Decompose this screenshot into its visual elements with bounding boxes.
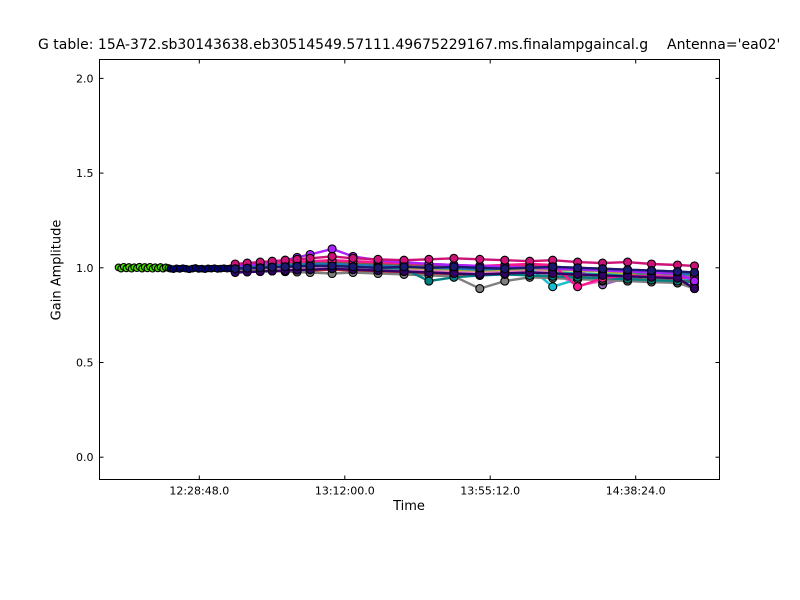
series-17-marker [623,265,633,275]
x-tick-label: 13:55:12.0 [460,485,520,498]
series-17-marker [525,263,535,273]
series-17-marker [267,262,277,272]
series-14-marker [689,276,700,286]
series-13-marker [573,282,583,292]
series-17-marker [500,264,510,274]
series-08-marker [548,282,558,292]
x-tick-label: 14:38:24.0 [606,485,666,498]
plot-area: 12:28:48.0 13:12:00.0 13:55:12.0 14:38:24.0… [76,59,720,498]
y-tick-label: 0.0 [76,451,94,464]
series-17-marker [292,261,302,271]
series-17-marker [373,263,383,273]
series-15-marker [475,254,485,264]
y-tick-label: 2.0 [76,72,94,85]
x-tick-label: 12:28:48.0 [169,485,229,498]
series-11-marker [475,284,485,294]
series-12-marker [424,276,434,286]
series-17-marker [573,263,583,273]
plot-figure: G table: 15A-372.sb30143638.eb30514549.5… [0,0,800,600]
series-15-marker [500,255,510,265]
series-17-marker [305,261,315,271]
y-tick-label: 1.0 [76,262,94,275]
series-17-marker [348,262,358,272]
series-17-marker [598,264,608,274]
series-17-marker [255,263,265,273]
series-17-marker [399,262,409,272]
series-15-marker [424,254,434,264]
series-15-marker [327,251,337,261]
x-tick-label: 13:12:00.0 [315,485,375,498]
series-17-marker [242,263,252,273]
series-17-marker [327,261,337,271]
series-17-marker [646,266,657,276]
series-17-marker [475,263,485,273]
series-15-marker [348,253,358,263]
series-17-marker [672,267,683,277]
series-15-marker [623,257,633,267]
series-16-marker [689,284,700,294]
series-15-marker [373,254,383,264]
series-15-marker [305,253,315,263]
series-17-marker [424,263,434,273]
y-tick-label: 1.5 [76,167,94,180]
series-14-marker [327,244,337,254]
series-17-marker [548,262,558,272]
y-tick-label: 0.5 [76,357,94,370]
series-17-marker [230,264,240,274]
series-17-marker [689,267,700,278]
series-17-marker [280,262,290,272]
series-17-marker [449,262,459,272]
series-15-marker [449,253,459,263]
